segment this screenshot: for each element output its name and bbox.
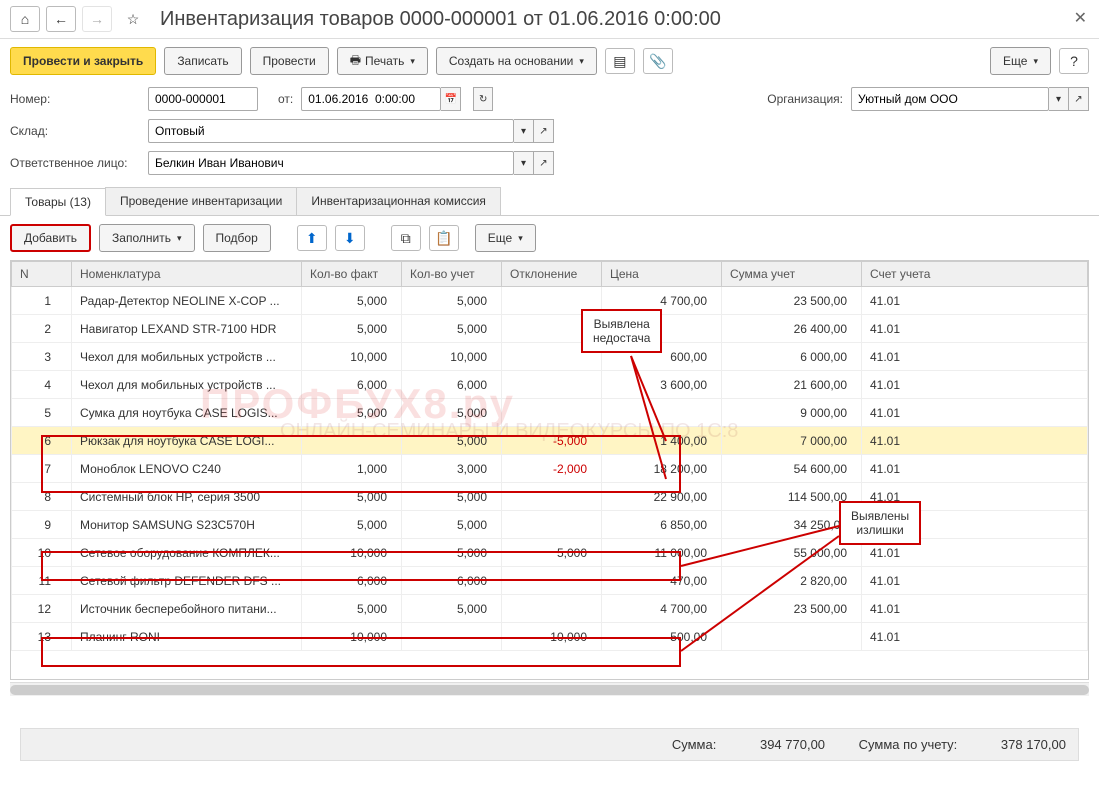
- help-icon[interactable]: ?: [1059, 48, 1089, 74]
- star-icon[interactable]: ☆: [118, 6, 148, 32]
- warehouse-label: Склад:: [10, 124, 140, 138]
- totals-bar: Сумма: 394 770,00 Сумма по учету: 378 17…: [20, 728, 1079, 761]
- col-sum-acc[interactable]: Сумма учет: [722, 262, 862, 287]
- open-icon[interactable]: ↗: [534, 119, 554, 143]
- table-row[interactable]: 11Сетевой фильтр DEFENDER DFS ...6,0006,…: [12, 567, 1088, 595]
- table-row[interactable]: 9Монитор SAMSUNG S23C570H5,0005,0006 850…: [12, 511, 1088, 539]
- table-row[interactable]: 7Моноблок LENOVO C2401,0003,000-2,00018 …: [12, 455, 1088, 483]
- responsible-field[interactable]: [148, 151, 514, 175]
- open-icon[interactable]: ↗: [534, 151, 554, 175]
- more-button[interactable]: Еще▾: [990, 47, 1051, 75]
- h-scrollbar[interactable]: [10, 682, 1089, 696]
- add-button[interactable]: Добавить: [10, 224, 91, 252]
- fill-button[interactable]: Заполнить▾: [99, 224, 194, 252]
- move-down-icon[interactable]: ⬇: [335, 225, 365, 251]
- org-field[interactable]: [851, 87, 1049, 111]
- chevron-down-icon[interactable]: ▾: [514, 151, 534, 175]
- tab-commission[interactable]: Инвентаризационная комиссия: [296, 187, 501, 215]
- open-icon[interactable]: ↗: [1069, 87, 1089, 111]
- col-account[interactable]: Счет учета: [862, 262, 1088, 287]
- table-row[interactable]: 5Сумка для ноутбука CASE LOGIS...5,0005,…: [12, 399, 1088, 427]
- sum-acc-label: Сумма по учету:: [859, 737, 958, 752]
- table-row[interactable]: 10Сетевое оборудование КОМПЛЕК...10,0005…: [12, 539, 1088, 567]
- responsible-label: Ответственное лицо:: [10, 156, 140, 170]
- copy-icon[interactable]: ⧉: [391, 225, 421, 251]
- chevron-down-icon: ▾: [518, 233, 523, 244]
- post-button[interactable]: Провести: [250, 47, 329, 75]
- chevron-down-icon: ▾: [1033, 56, 1038, 67]
- print-button[interactable]: 🖶Печать▾: [337, 47, 428, 75]
- table-row[interactable]: 4Чехол для мобильных устройств ...6,0006…: [12, 371, 1088, 399]
- chevron-down-icon[interactable]: ▾: [1049, 87, 1069, 111]
- from-label: от:: [278, 92, 293, 106]
- table-row[interactable]: 12Источник бесперебойного питани...5,000…: [12, 595, 1088, 623]
- number-label: Номер:: [10, 92, 140, 106]
- col-dev[interactable]: Отклонение: [502, 262, 602, 287]
- col-qty-acc[interactable]: Кол-во учет: [402, 262, 502, 287]
- tab-conduct[interactable]: Проведение инвентаризации: [105, 187, 297, 215]
- chevron-down-icon[interactable]: ▾: [514, 119, 534, 143]
- post-and-close-button[interactable]: Провести и закрыть: [10, 47, 156, 75]
- table-row[interactable]: 2Навигатор LEXAND STR-7100 HDR5,0005,000…: [12, 315, 1088, 343]
- table-row[interactable]: 6Рюкзак для ноутбука CASE LOGI...5,000-5…: [12, 427, 1088, 455]
- goods-table[interactable]: N Номенклатура Кол-во факт Кол-во учет О…: [10, 260, 1089, 680]
- write-button[interactable]: Записать: [164, 47, 241, 75]
- col-qty-fact[interactable]: Кол-во факт: [302, 262, 402, 287]
- tab-goods[interactable]: Товары (13): [10, 188, 106, 216]
- table-row[interactable]: 8Системный блок HP, серия 35005,0005,000…: [12, 483, 1088, 511]
- col-item[interactable]: Номенклатура: [72, 262, 302, 287]
- close-icon[interactable]: ✕: [1074, 8, 1087, 28]
- chevron-down-icon: ▾: [579, 56, 584, 67]
- page-title: Инвентаризация товаров 0000-000001 от 01…: [160, 8, 721, 31]
- table-more-button[interactable]: Еще▾: [475, 224, 536, 252]
- number-field[interactable]: [148, 87, 258, 111]
- pick-button[interactable]: Подбор: [203, 224, 271, 252]
- sum-acc-value: 378 170,00: [1001, 737, 1066, 752]
- report-icon[interactable]: ▤: [605, 48, 635, 74]
- table-row[interactable]: 13Планинг RONI10,00010,000500,0041.01: [12, 623, 1088, 651]
- org-label: Организация:: [767, 92, 843, 106]
- printer-icon: 🖶: [350, 51, 361, 72]
- table-row[interactable]: 3Чехол для мобильных устройств ...10,000…: [12, 343, 1088, 371]
- warehouse-field[interactable]: [148, 119, 514, 143]
- surplus-callout: Выявлены излишки: [839, 501, 921, 545]
- shortage-callout: Выявлена недостача: [581, 309, 662, 353]
- calendar-icon[interactable]: 📅: [441, 87, 461, 111]
- table-row[interactable]: 1Радар-Детектор NEOLINE X-COP ...5,0005,…: [12, 287, 1088, 315]
- attach-icon[interactable]: 📎: [643, 48, 673, 74]
- create-based-button[interactable]: Создать на основании▾: [436, 47, 597, 75]
- col-n[interactable]: N: [12, 262, 72, 287]
- sum-label: Сумма:: [672, 737, 716, 752]
- forward-icon: →: [82, 6, 112, 32]
- refresh-icon[interactable]: ↻: [473, 87, 493, 111]
- chevron-down-icon: ▾: [177, 233, 182, 244]
- paste-icon[interactable]: 📋: [429, 225, 459, 251]
- move-up-icon[interactable]: ⬆: [297, 225, 327, 251]
- date-field[interactable]: [301, 87, 441, 111]
- sum-value: 394 770,00: [760, 737, 825, 752]
- back-icon[interactable]: ←: [46, 6, 76, 32]
- chevron-down-icon: ▾: [410, 56, 415, 67]
- home-icon[interactable]: ⌂: [10, 6, 40, 32]
- col-price[interactable]: Цена: [602, 262, 722, 287]
